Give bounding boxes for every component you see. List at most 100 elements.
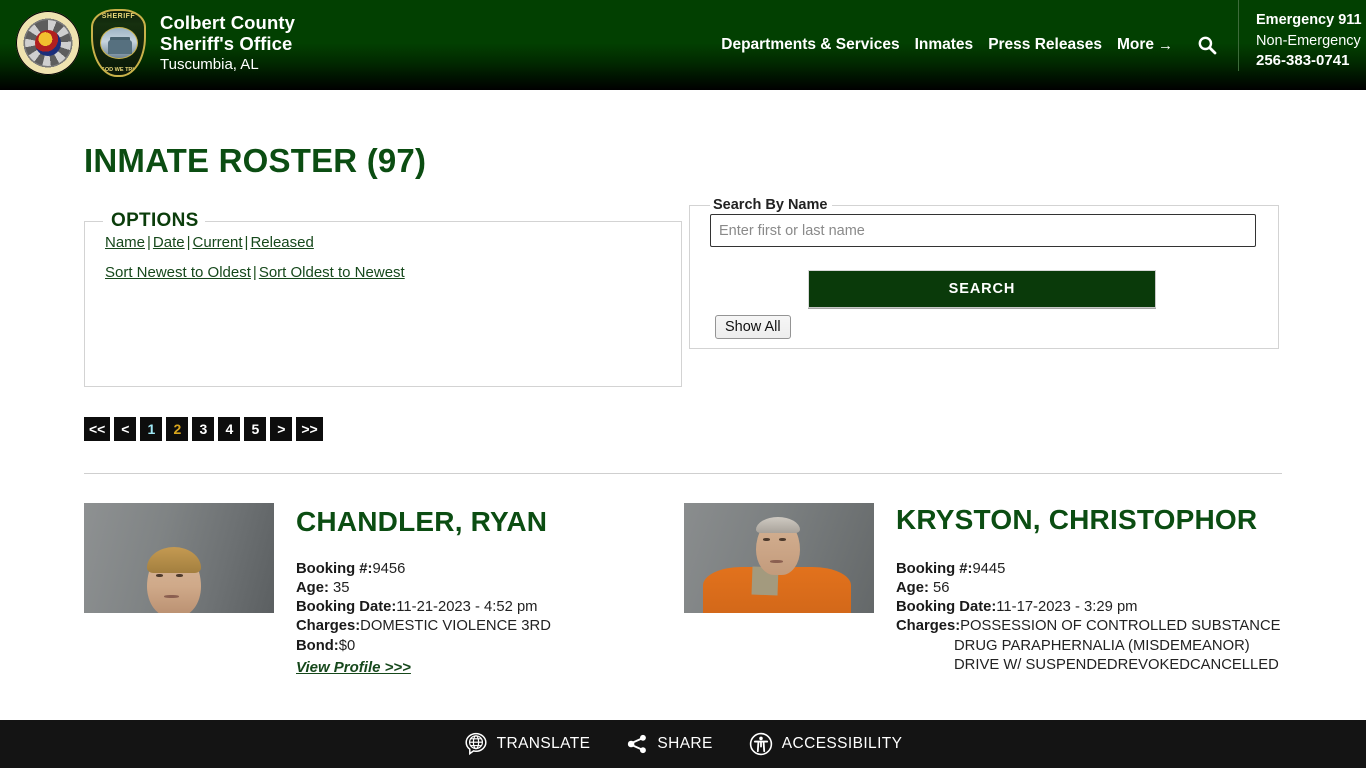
- nav-item-departments-services[interactable]: Departments & Services: [721, 36, 899, 54]
- search-input[interactable]: [710, 214, 1256, 247]
- agency-name-line2: Sheriff's Office: [160, 33, 293, 55]
- options-separator-2: |: [186, 234, 191, 251]
- pagination-next[interactable]: >: [270, 417, 293, 441]
- pagination-page-4[interactable]: 4: [218, 417, 241, 441]
- label-booking-date: Booking Date:: [296, 599, 397, 616]
- nav-item-press-releases[interactable]: Press Releases: [988, 36, 1102, 54]
- nav-item-more[interactable]: More →: [1117, 36, 1173, 54]
- pagination-prev[interactable]: <: [114, 417, 137, 441]
- options-separator-1: |: [147, 234, 151, 251]
- view-profile-link[interactable]: View Profile >>>: [296, 658, 411, 678]
- shield-top-text: SHERIFF: [101, 12, 136, 20]
- value-charge-1: POSSESSION OF CONTROLLED SUBSTANCE: [960, 618, 1281, 635]
- mugshot-eye-left: [156, 574, 164, 577]
- value-charge-3: DRIVE W/ SUSPENDEDREVOKEDCANCELLED: [954, 656, 1279, 673]
- page-content: INMATE ROSTER (97) OPTIONS Name | Date | Cur…: [0, 90, 1366, 678]
- mugshot-hair: [756, 517, 801, 533]
- non-emergency-phone[interactable]: 256-383-0741: [1256, 51, 1366, 71]
- filter-link-date[interactable]: Date: [153, 234, 185, 251]
- inmate-details: CHANDLER, RYAN Booking #:9456 Age: 35 Bo…: [274, 503, 684, 678]
- inmate-name[interactable]: KRYSTON, CHRISTOPHOR: [896, 503, 1284, 538]
- nav-item-inmates[interactable]: Inmates: [915, 36, 974, 54]
- pagination-page-3[interactable]: 3: [192, 417, 215, 441]
- accessibility-button[interactable]: ACCESSIBILITY: [749, 732, 903, 756]
- accessibility-person-icon: [749, 732, 773, 756]
- mugshot-hair: [146, 547, 201, 573]
- share-nodes-icon: [626, 733, 648, 755]
- mugshot-eye-left: [762, 538, 770, 541]
- inmate-age-row: Age: 35: [296, 579, 684, 598]
- inmate-booking-number-row: Booking #:9445: [896, 560, 1284, 579]
- label-charges: Charges:: [296, 618, 361, 635]
- inmate-bond-row: Bond:$0: [296, 637, 684, 656]
- filters-and-search-row: OPTIONS Name | Date | Current | Released Sort …: [0, 180, 1366, 387]
- pagination-page-5[interactable]: 5: [244, 417, 267, 441]
- label-age: Age:: [896, 579, 929, 596]
- value-booking-number: 9456: [372, 560, 406, 577]
- label-booking-date: Booking Date:: [896, 599, 997, 616]
- brand-text-block: Colbert County Sheriff's Office Tuscumbi…: [160, 11, 295, 73]
- header-right-group: Departments & Services Inmates Press Rel…: [721, 0, 1366, 90]
- inmate-card: KRYSTON, CHRISTOPHOR Booking #:9445 Age:…: [684, 503, 1284, 678]
- value-booking-date: 11-17-2023 - 3:29 pm: [996, 599, 1138, 616]
- value-charge-2: DRUG PARAPHERNALIA (MISDEMEANOR): [954, 637, 1250, 654]
- sheriff-star-badge-icon: [16, 10, 80, 75]
- value-age: 56: [933, 579, 950, 596]
- inmate-mugshot[interactable]: [684, 503, 874, 613]
- badge-center-seal-icon: [35, 29, 61, 56]
- nav-more-label: More: [1116, 36, 1154, 53]
- mugshot-eye-right: [779, 538, 786, 541]
- agency-name-line1: Colbert County: [160, 12, 296, 34]
- sort-link-newest-to-oldest[interactable]: Sort Newest to Oldest: [105, 264, 251, 281]
- mugshot-eye-right: [176, 574, 184, 577]
- pagination-page-1[interactable]: 1: [140, 417, 163, 441]
- pagination-last[interactable]: >>: [296, 417, 323, 441]
- site-header: SHERIFF IN GOD WE TRUST Colbert County S…: [0, 0, 1366, 90]
- inmate-field-list: Booking #:9445 Age: 56 Booking Date:11-1…: [896, 560, 1284, 675]
- inmate-booking-date-row: Booking Date:11-21-2023 - 4:52 pm: [296, 598, 684, 617]
- options-sort-row: Sort Newest to Oldest | Sort Oldest to New…: [105, 264, 681, 281]
- pagination-first[interactable]: <<: [84, 417, 111, 441]
- inmate-charges-row: Charges:DOMESTIC VIOLENCE 3RD: [296, 617, 684, 636]
- mugshot-mouth: [163, 595, 179, 598]
- filter-link-name[interactable]: Name: [105, 234, 145, 251]
- shield-courthouse-emblem-icon: [99, 26, 138, 59]
- value-charge-1: DOMESTIC VIOLENCE 3RD: [360, 618, 551, 635]
- value-booking-date: 11-21-2023 - 4:52 pm: [396, 599, 538, 616]
- label-booking-number: Booking #:: [296, 560, 373, 577]
- value-age: 35: [333, 579, 350, 596]
- inmate-booking-date-row: Booking Date:11-17-2023 - 3:29 pm: [896, 598, 1284, 617]
- page-title: INMATE ROSTER (97): [84, 142, 427, 179]
- pagination-page-2[interactable]: 2: [166, 417, 189, 441]
- inmate-field-list: Booking #:9456 Age: 35 Booking Date:11-2…: [296, 560, 684, 678]
- site-brand[interactable]: SHERIFF IN GOD WE TRUST Colbert County S…: [0, 0, 295, 78]
- options-legend: OPTIONS: [111, 210, 199, 231]
- emergency-number-label: Emergency 911: [1256, 12, 1362, 28]
- sort-link-oldest-to-newest[interactable]: Sort Oldest to Newest: [259, 264, 405, 281]
- inmate-roster-list: CHANDLER, RYAN Booking #:9456 Age: 35 Bo…: [0, 474, 1366, 678]
- inmate-age-row: Age: 56: [896, 579, 1284, 598]
- translate-button[interactable]: TRANSLATE: [464, 732, 591, 756]
- options-filter-row: Name | Date | Current | Released: [105, 234, 681, 251]
- arrow-right-icon: →: [1158, 36, 1173, 54]
- filter-link-current[interactable]: Current: [193, 234, 243, 251]
- main-navigation: Departments & Services Inmates Press Rel…: [721, 0, 1220, 90]
- inmate-mugshot[interactable]: [84, 503, 274, 613]
- label-charges: Charges:: [896, 618, 961, 635]
- inmate-charges-row: Charges:POSSESSION OF CONTROLLED SUBSTAN…: [896, 617, 1284, 675]
- inmate-details: KRYSTON, CHRISTOPHOR Booking #:9445 Age:…: [874, 503, 1284, 675]
- label-age: Age:: [296, 579, 329, 596]
- show-all-button[interactable]: Show All: [715, 315, 791, 339]
- search-icon[interactable]: [1194, 32, 1220, 58]
- value-booking-number: 9445: [972, 560, 1006, 577]
- accessibility-label: ACCESSIBILITY: [781, 735, 903, 752]
- inmate-name[interactable]: CHANDLER, RYAN: [296, 505, 684, 540]
- search-button[interactable]: SEARCH: [808, 270, 1156, 308]
- shield-bottom-text: IN GOD WE TRUST: [93, 66, 144, 73]
- label-bond: Bond:: [296, 637, 339, 654]
- globe-translate-icon: [464, 732, 488, 756]
- filter-link-released[interactable]: Released: [250, 234, 313, 251]
- agency-location: Tuscumbia, AL: [160, 55, 259, 73]
- share-button[interactable]: SHARE: [626, 733, 712, 755]
- translate-label: TRANSLATE: [496, 735, 591, 752]
